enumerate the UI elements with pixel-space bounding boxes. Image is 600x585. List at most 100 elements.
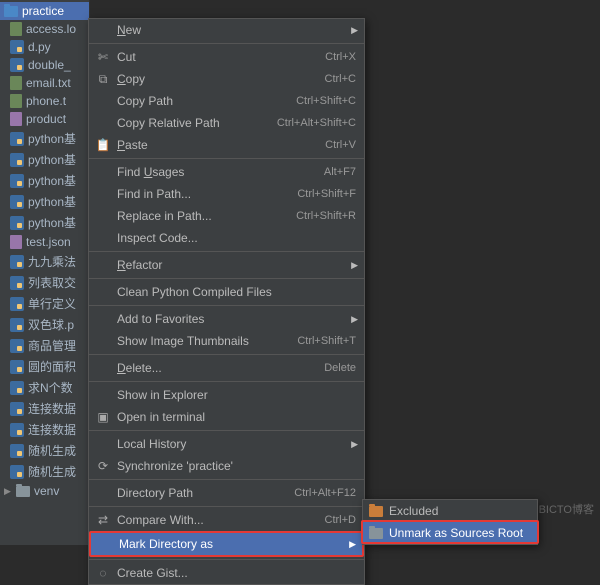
python-file-icon <box>10 276 24 290</box>
tree-file[interactable]: 商品管理 <box>0 335 89 356</box>
tree-file[interactable]: python基 <box>0 149 89 170</box>
tree-label: 单行定义 <box>28 295 76 312</box>
menu-copy-relative-path[interactable]: Copy Relative PathCtrl+Alt+Shift+C <box>89 112 364 134</box>
tree-file[interactable]: email.txt <box>0 74 89 92</box>
menu-new[interactable]: New▶ <box>89 19 364 41</box>
submenu-label: Excluded <box>389 504 438 518</box>
menu-mark-directory-as[interactable]: Mark Directory as▶ <box>91 533 362 555</box>
tree-label: 圆的面积 <box>28 358 76 375</box>
python-file-icon <box>10 255 24 269</box>
tree-file[interactable]: 双色球.p <box>0 314 89 335</box>
menu-find-usages[interactable]: Find UsagesAlt+F7 <box>89 161 364 183</box>
tree-file[interactable]: python基 <box>0 191 89 212</box>
folder-icon <box>16 486 30 497</box>
text-file-icon <box>10 76 22 90</box>
menu-add-to-favorites[interactable]: Add to Favorites▶ <box>89 308 364 330</box>
python-file-icon <box>10 318 24 332</box>
tree-file[interactable]: access.lo <box>0 20 89 38</box>
tree-file[interactable]: 连接数据 <box>0 398 89 419</box>
tree-label: phone.t <box>26 94 66 108</box>
tree-label: 双色球.p <box>28 316 74 333</box>
python-file-icon <box>10 297 24 311</box>
tree-file[interactable]: phone.t <box>0 92 89 110</box>
menu-find-in-path[interactable]: Find in Path...Ctrl+Shift+F <box>89 183 364 205</box>
python-file-icon <box>10 360 24 374</box>
tree-file[interactable]: test.json <box>0 233 89 251</box>
tree-label: python基 <box>28 130 76 147</box>
menu-refactor[interactable]: Refactor▶ <box>89 254 364 276</box>
python-file-icon <box>10 381 24 395</box>
python-file-icon <box>10 444 24 458</box>
tree-label: python基 <box>28 214 76 231</box>
python-file-icon <box>10 58 24 72</box>
tree-label: double_ <box>28 58 71 72</box>
tree-file[interactable]: 九九乘法 <box>0 251 89 272</box>
menu-synchronize[interactable]: ⟳Synchronize 'practice' <box>89 455 364 477</box>
tree-file[interactable]: 随机生成 <box>0 461 89 482</box>
watermark: BICTO博客 <box>539 501 594 517</box>
menu-copy-path[interactable]: Copy PathCtrl+Shift+C <box>89 90 364 112</box>
github-icon: ◌ <box>95 566 111 580</box>
folder-icon <box>4 6 18 17</box>
menu-paste[interactable]: 📋PasteCtrl+V <box>89 134 364 156</box>
menu-directory-path[interactable]: Directory PathCtrl+Alt+F12 <box>89 482 364 504</box>
menu-local-history[interactable]: Local History▶ <box>89 433 364 455</box>
tree-file[interactable]: double_ <box>0 56 89 74</box>
submenu-label: Unmark as Sources Root <box>389 526 523 540</box>
tree-file[interactable]: d.py <box>0 38 89 56</box>
menu-clean-python-compiled[interactable]: Clean Python Compiled Files <box>89 281 364 303</box>
tree-file[interactable]: python基 <box>0 170 89 191</box>
tree-label: email.txt <box>26 76 71 90</box>
tree-file[interactable]: python基 <box>0 212 89 233</box>
menu-compare-with[interactable]: ⇄Compare With...Ctrl+D <box>89 509 364 531</box>
tree-folder-practice[interactable]: practice <box>0 2 89 20</box>
tree-file[interactable]: python基 <box>0 128 89 149</box>
tree-file[interactable]: 随机生成 <box>0 440 89 461</box>
tree-label: venv <box>34 484 59 498</box>
menu-show-in-explorer[interactable]: Show in Explorer <box>89 384 364 406</box>
menu-create-gist[interactable]: ◌Create Gist... <box>89 562 364 584</box>
tree-label: practice <box>22 4 64 18</box>
sync-icon: ⟳ <box>95 459 111 473</box>
menu-inspect-code[interactable]: Inspect Code... <box>89 227 364 249</box>
submenu-excluded[interactable]: Excluded <box>363 500 537 522</box>
terminal-icon: ▣ <box>95 410 111 424</box>
tree-label: product <box>26 112 66 126</box>
tree-file[interactable]: 圆的面积 <box>0 356 89 377</box>
tree-file[interactable]: 连接数据 <box>0 419 89 440</box>
text-file-icon <box>10 94 22 108</box>
chevron-right-icon: ▶ <box>351 260 358 271</box>
menu-open-in-terminal[interactable]: ▣Open in terminal <box>89 406 364 428</box>
tree-label: 列表取交 <box>28 274 76 291</box>
tree-label: access.lo <box>26 22 76 36</box>
tree-file[interactable]: product <box>0 110 89 128</box>
python-file-icon <box>10 465 24 479</box>
python-file-icon <box>10 132 24 146</box>
context-menu[interactable]: New▶ ✄CutCtrl+X ⧉CopyCtrl+C Copy PathCtr… <box>88 18 365 585</box>
tree-file[interactable]: 列表取交 <box>0 272 89 293</box>
menu-show-thumbnails[interactable]: Show Image ThumbnailsCtrl+Shift+T <box>89 330 364 352</box>
chevron-right-icon: ▶ <box>351 25 358 36</box>
python-file-icon <box>10 423 24 437</box>
tree-label: 连接数据 <box>28 400 76 417</box>
menu-cut[interactable]: ✄CutCtrl+X <box>89 46 364 68</box>
tree-label: 商品管理 <box>28 337 76 354</box>
submenu-unmark-sources-root[interactable]: Unmark as Sources Root <box>363 522 537 544</box>
tree-file[interactable]: 单行定义 <box>0 293 89 314</box>
paste-icon: 📋 <box>95 138 111 152</box>
tree-file[interactable]: 求N个数 <box>0 377 89 398</box>
submenu-mark-directory[interactable]: Excluded Unmark as Sources Root <box>362 499 538 545</box>
tree-label: 连接数据 <box>28 421 76 438</box>
folder-icon <box>369 528 383 539</box>
menu-delete[interactable]: Delete...Delete <box>89 357 364 379</box>
project-tree[interactable]: practice access.lo d.py double_ email.txt ph… <box>0 0 90 545</box>
chevron-right-icon: ▶ <box>351 314 358 325</box>
menu-replace-in-path[interactable]: Replace in Path...Ctrl+Shift+R <box>89 205 364 227</box>
menu-copy[interactable]: ⧉CopyCtrl+C <box>89 68 364 90</box>
python-file-icon <box>10 216 24 230</box>
scissors-icon: ✄ <box>95 50 111 64</box>
python-file-icon <box>10 174 24 188</box>
python-file-icon <box>10 153 24 167</box>
tree-folder-venv[interactable]: ▶ venv <box>0 482 89 500</box>
tree-label: 随机生成 <box>28 442 76 459</box>
